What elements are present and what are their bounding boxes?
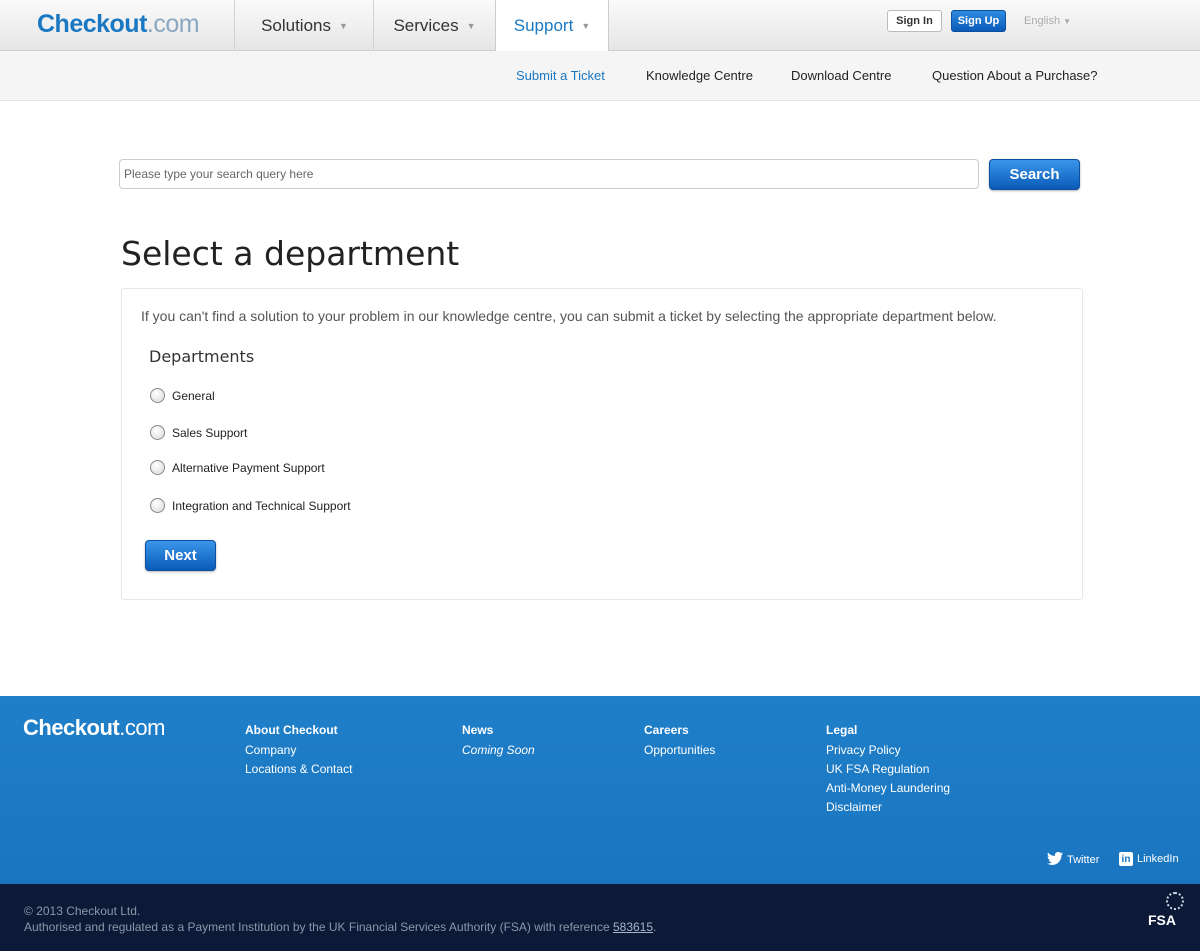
footer-bottom-bar: © 2013 Checkout Ltd. Authorised and regu… xyxy=(0,884,1200,951)
departments-heading: Departments xyxy=(149,347,255,366)
footer-link-locations[interactable]: Locations & Contact xyxy=(245,760,352,779)
footer-link-company[interactable]: Company xyxy=(245,741,352,760)
department-option-alternative-payment[interactable]: Alternative Payment Support xyxy=(150,460,325,475)
radio-button[interactable] xyxy=(150,460,165,475)
next-button[interactable]: Next xyxy=(145,540,216,571)
linkedin-icon: in xyxy=(1119,852,1133,866)
radio-button[interactable] xyxy=(150,388,165,403)
support-subnav: Submit a Ticket Knowledge Centre Downloa… xyxy=(0,51,1200,101)
department-card: If you can't find a solution to your pro… xyxy=(121,288,1083,600)
department-option-general[interactable]: General xyxy=(150,388,215,403)
nav-services[interactable]: Services ▼ xyxy=(373,0,495,51)
nav-solutions[interactable]: Solutions ▼ xyxy=(234,0,374,51)
page-title: Select a department xyxy=(121,234,460,273)
radio-button[interactable] xyxy=(150,425,165,440)
footer-link-coming-soon: Coming Soon xyxy=(462,743,535,757)
chevron-down-icon: ▼ xyxy=(581,21,591,31)
subnav-download-centre[interactable]: Download Centre xyxy=(791,68,891,83)
sign-in-button[interactable]: Sign In xyxy=(887,10,942,32)
subnav-submit-ticket[interactable]: Submit a Ticket xyxy=(516,68,605,83)
twitter-icon xyxy=(1047,851,1063,868)
intro-text: If you can't find a solution to your pro… xyxy=(141,308,997,324)
footer-column-news: News Coming Soon xyxy=(462,723,535,760)
sign-up-button[interactable]: Sign Up xyxy=(951,10,1006,32)
footer: Checkout.com About Checkout Company Loca… xyxy=(0,696,1200,884)
nav-support[interactable]: Support ▼ xyxy=(495,0,609,52)
footer-logo[interactable]: Checkout.com xyxy=(23,715,165,741)
fsa-reference-link[interactable]: 583615 xyxy=(613,920,653,934)
language-selector[interactable]: English ▼ xyxy=(1024,15,1071,27)
checkout-logo[interactable]: Checkout.com xyxy=(37,10,200,39)
search-input[interactable] xyxy=(119,159,979,189)
chevron-down-icon: ▼ xyxy=(339,20,348,31)
footer-link-disclaimer[interactable]: Disclaimer xyxy=(826,798,950,817)
subnav-knowledge-centre[interactable]: Knowledge Centre xyxy=(646,68,753,83)
chevron-down-icon: ▼ xyxy=(1063,17,1072,26)
fsa-logo: FSA xyxy=(1148,892,1184,928)
subnav-question-purchase[interactable]: Question About a Purchase? xyxy=(932,68,1098,83)
footer-link-privacy[interactable]: Privacy Policy xyxy=(826,741,950,760)
linkedin-link[interactable]: in LinkedIn xyxy=(1119,852,1179,866)
footer-link-opportunities[interactable]: Opportunities xyxy=(644,741,715,760)
copyright-text: © 2013 Checkout Ltd. Authorised and regu… xyxy=(24,904,657,934)
footer-link-aml[interactable]: Anti-Money Laundering xyxy=(826,779,950,798)
radio-button[interactable] xyxy=(150,498,165,513)
chevron-down-icon: ▼ xyxy=(466,20,476,31)
department-option-sales[interactable]: Sales Support xyxy=(150,425,247,440)
footer-column-careers: Careers Opportunities xyxy=(644,723,715,760)
footer-link-fsa-regulation[interactable]: UK FSA Regulation xyxy=(826,760,950,779)
globe-icon xyxy=(1166,892,1184,910)
footer-column-legal: Legal Privacy Policy UK FSA Regulation A… xyxy=(826,723,950,817)
search-button[interactable]: Search xyxy=(989,159,1080,190)
top-navigation-bar: Checkout.com Solutions ▼ Services ▼ Suppor… xyxy=(0,0,1200,52)
footer-column-about: About Checkout Company Locations & Conta… xyxy=(245,723,352,779)
department-option-integration[interactable]: Integration and Technical Support xyxy=(150,498,351,513)
twitter-link[interactable]: Twitter xyxy=(1047,851,1099,868)
